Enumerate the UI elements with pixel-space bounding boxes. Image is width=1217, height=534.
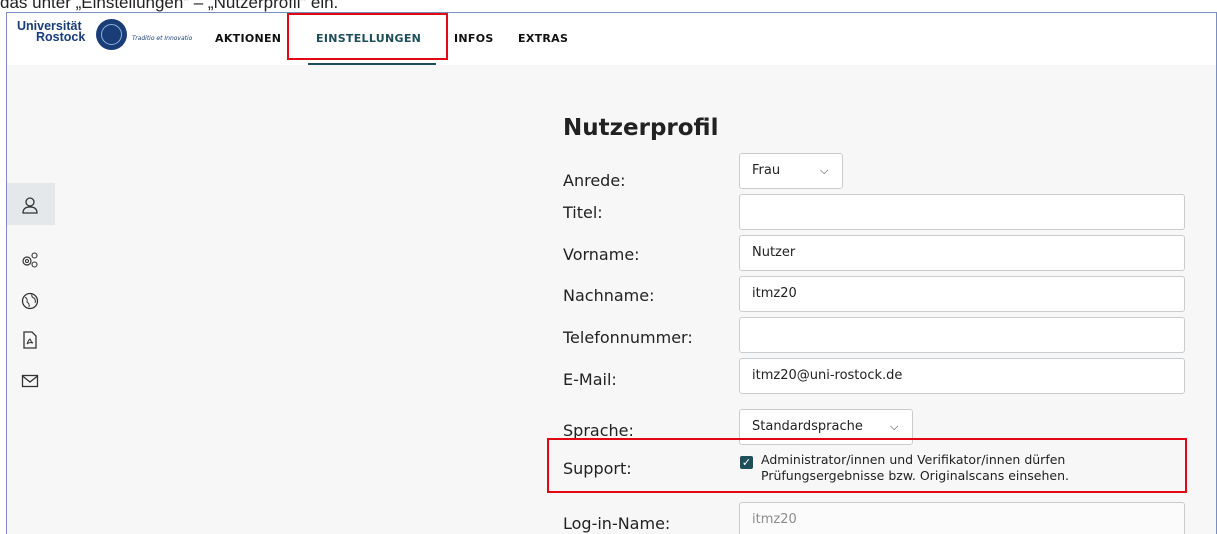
university-logo[interactable]: Universität Rostock Traditio et Innovati… — [17, 19, 192, 57]
highlight-einstellungen — [287, 13, 448, 60]
login-field: itmz20 — [739, 502, 1185, 534]
email-label: E-Mail: — [563, 370, 617, 389]
user-icon[interactable] — [20, 196, 40, 216]
page-title: Nutzerprofil — [563, 115, 719, 141]
vorname-label: Vorname: — [563, 245, 640, 264]
anrede-label: Anrede: — [563, 171, 626, 190]
app-window: Universität Rostock Traditio et Innovati… — [6, 12, 1217, 534]
anrede-value: Frau — [752, 163, 781, 178]
vorname-field[interactable]: Nutzer — [739, 235, 1185, 271]
highlight-support — [547, 438, 1187, 493]
globe-icon[interactable] — [20, 291, 40, 311]
nav-tab-extras[interactable]: EXTRAS — [518, 13, 568, 65]
titel-label: Titel: — [563, 203, 603, 222]
anrede-select[interactable]: Frau ⌵ — [739, 153, 843, 189]
mail-icon[interactable] — [20, 371, 40, 391]
sidebar — [7, 65, 55, 534]
login-label: Log-in-Name: — [563, 514, 671, 533]
nachname-field[interactable]: itmz20 — [739, 276, 1185, 312]
chevron-down-icon: ⌵ — [820, 164, 829, 177]
telefon-field[interactable] — [739, 317, 1185, 353]
nav-tab-aktionen[interactable]: AKTIONEN — [215, 13, 281, 65]
email-field[interactable]: itmz20@uni-rostock.de — [739, 358, 1185, 394]
logo-text-line2: Rostock — [36, 30, 86, 44]
sprache-value: Standardsprache — [752, 419, 863, 434]
titel-field[interactable] — [739, 194, 1185, 230]
telefon-label: Telefonnummer: — [563, 328, 693, 347]
settings-gears-icon[interactable] — [20, 250, 40, 270]
pdf-icon[interactable] — [20, 330, 40, 350]
university-seal-icon — [96, 19, 127, 50]
nav-tab-infos[interactable]: INFOS — [454, 13, 494, 65]
top-navigation-bar: Universität Rostock Traditio et Innovati… — [7, 13, 1216, 65]
nachname-label: Nachname: — [563, 286, 655, 305]
logo-motto: Traditio et Innovatio — [132, 35, 193, 42]
